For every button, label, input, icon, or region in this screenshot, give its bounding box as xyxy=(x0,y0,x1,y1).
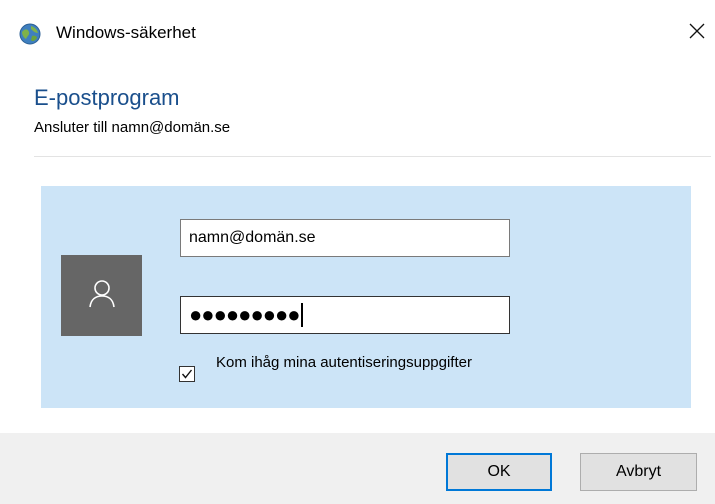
text-caret xyxy=(300,303,303,327)
cancel-button[interactable]: Avbryt xyxy=(580,453,697,491)
dialog-heading: E-postprogram xyxy=(34,85,180,110)
close-icon xyxy=(689,23,705,44)
username-value: namn@domän.se xyxy=(189,229,316,246)
separator-line xyxy=(34,156,711,157)
remember-credentials-option[interactable]: Kom ihåg mina autentiseringsuppgifter xyxy=(179,352,519,400)
title-bar: Windows-säkerhet xyxy=(0,0,715,62)
close-button[interactable] xyxy=(684,18,710,48)
username-field[interactable]: namn@domän.se xyxy=(180,219,510,257)
password-field[interactable]: ●●●●●●●●● xyxy=(180,296,510,334)
avatar xyxy=(61,255,142,336)
connecting-to-text: Ansluter till namn@domän.se xyxy=(34,119,231,136)
password-mask: ●●●●●●●●● xyxy=(189,302,301,327)
credential-tile[interactable]: namn@domän.se ●●●●●●●●● Kom ihåg mina au… xyxy=(41,186,691,408)
window-title: Windows-säkerhet xyxy=(56,23,196,42)
user-icon xyxy=(88,278,116,313)
checkmark-icon xyxy=(181,369,193,379)
remember-checkbox[interactable] xyxy=(179,366,195,382)
security-dialog: Windows-säkerhet E-postprogram Ansluter … xyxy=(0,0,715,504)
ok-button[interactable]: OK xyxy=(446,453,552,491)
button-bar: OK Avbryt xyxy=(0,433,715,504)
windows-security-globe-icon xyxy=(19,23,41,45)
remember-label: Kom ihåg mina autentiseringsuppgifter xyxy=(216,354,472,371)
